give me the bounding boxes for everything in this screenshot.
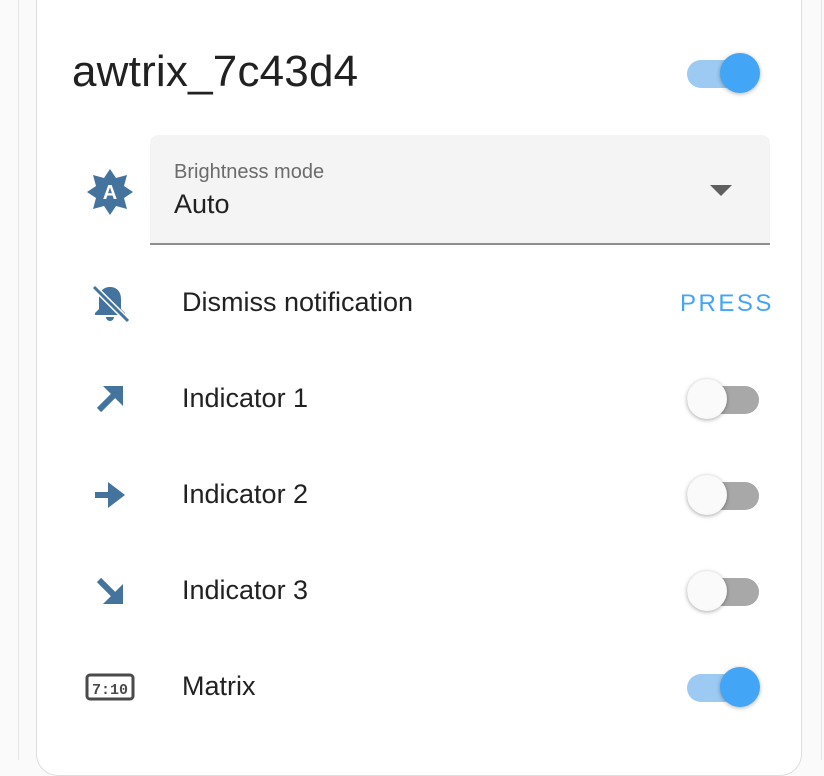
matrix-toggle[interactable] [687,665,761,709]
arrow-bottom-right-icon [84,565,136,617]
card-title: awtrix_7c43d4 [72,47,359,96]
brightness-mode-value: Auto [174,189,230,219]
toggle-thumb [720,667,760,707]
toggle-thumb [720,53,760,93]
indicator-2-label: Indicator 2 [182,479,309,509]
clock-digital-icon: 7:10 [84,661,136,713]
brightness-mode-select[interactable]: Brightness mode Auto [150,135,770,245]
matrix-label: Matrix [182,671,256,701]
svg-text:7:10: 7:10 [92,682,128,699]
master-toggle[interactable] [687,51,761,95]
svg-text:A: A [103,182,117,204]
indicator-3-label: Indicator 3 [182,575,309,605]
arrow-right-icon [84,469,136,521]
indicator-1-toggle[interactable] [687,377,761,421]
toggle-thumb [687,475,727,515]
toggle-thumb [687,379,727,419]
bell-off-icon [84,277,136,329]
indicator-2-toggle[interactable] [687,473,761,517]
brightness-auto-icon: A [84,166,136,218]
indicator-3-toggle[interactable] [687,569,761,613]
press-button[interactable]: PRESS [672,284,782,324]
chevron-down-icon [710,185,732,196]
brightness-mode-label: Brightness mode [174,161,325,183]
indicator-1-label: Indicator 1 [182,383,309,413]
toggle-thumb [687,571,727,611]
arrow-top-right-icon [84,373,136,425]
dismiss-notification-label: Dismiss notification [182,287,414,317]
